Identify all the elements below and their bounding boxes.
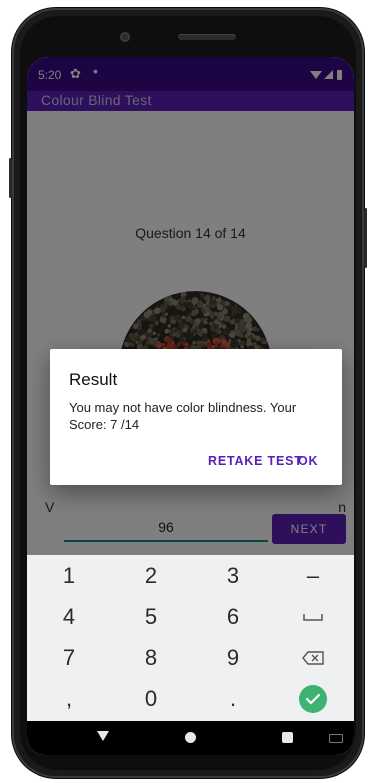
ok-button[interactable]: OK	[294, 449, 322, 473]
key-7[interactable]: 7	[29, 637, 109, 678]
key-8[interactable]: 8	[111, 637, 191, 678]
screen: 5:20 ✿ • Colour Blind Test Question 14 o…	[27, 57, 354, 755]
key-4[interactable]: 4	[29, 596, 109, 637]
key-5[interactable]: 5	[111, 596, 191, 637]
dialog-message: You may not have color blindness. Your S…	[69, 400, 297, 432]
power-button	[364, 208, 367, 268]
backspace-key-icon[interactable]	[273, 637, 353, 678]
recents-square-icon[interactable]	[282, 732, 293, 743]
done-check-icon[interactable]	[273, 678, 353, 719]
volume-button	[9, 158, 12, 198]
key-3[interactable]: 3	[193, 555, 273, 596]
key-2[interactable]: 2	[111, 555, 191, 596]
result-dialog: Result You may not have color blindness.…	[50, 349, 342, 485]
front-camera	[120, 32, 130, 42]
key-1[interactable]: 1	[29, 555, 109, 596]
key-period[interactable]: .	[193, 678, 273, 719]
navigation-bar	[27, 721, 354, 755]
numeric-keyboard: 1 2 3 – 4 5 6 7 8 9 , 0 .	[27, 555, 354, 721]
key-minus[interactable]: –	[273, 555, 353, 596]
home-circle-icon[interactable]	[185, 732, 196, 743]
key-0[interactable]: 0	[111, 678, 191, 719]
key-9[interactable]: 9	[193, 637, 273, 678]
earpiece-speaker	[178, 34, 236, 40]
key-6[interactable]: 6	[193, 596, 273, 637]
retake-test-button[interactable]: RETAKE TEST	[204, 449, 307, 473]
keyboard-switch-icon[interactable]	[329, 734, 343, 743]
dialog-title: Result	[69, 370, 118, 389]
key-comma[interactable]: ,	[29, 678, 109, 719]
back-triangle-icon[interactable]	[97, 731, 109, 741]
space-key-icon[interactable]	[273, 596, 353, 637]
